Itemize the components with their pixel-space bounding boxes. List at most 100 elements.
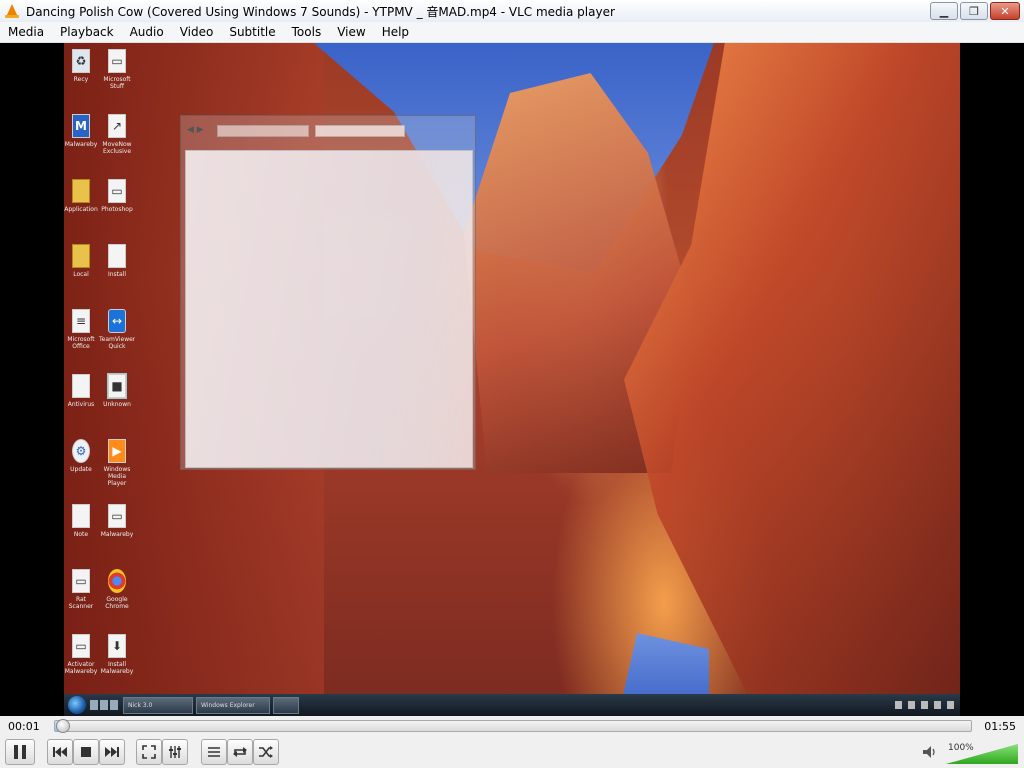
document-icon: ≡ [72, 309, 90, 333]
desktop-icon: ≡ Microsoft Office [64, 303, 98, 368]
desktop-icon: ♻ Recy [64, 43, 98, 108]
recycle-bin-icon: ♻ [72, 49, 90, 73]
start-orb-icon [68, 696, 86, 714]
desktop-icon: Antivirus [64, 368, 98, 433]
loop-button[interactable] [227, 739, 253, 765]
menu-media[interactable]: Media [0, 22, 52, 43]
document-icon [72, 504, 90, 528]
desktop-icon: ▭ Activator Malwareby [64, 628, 98, 693]
menu-bar: Media Playback Audio Video Subtitle Tool… [0, 22, 1024, 43]
folder-icon [72, 244, 90, 268]
title-bar[interactable]: Dancing Polish Cow (Covered Using Window… [0, 0, 1024, 22]
malwarebytes-icon: M [72, 114, 90, 138]
window-controls: ▁ ❐ ✕ [930, 2, 1020, 20]
desktop-icon: Google Chrome [98, 563, 136, 628]
file-icon: ▭ [108, 179, 126, 203]
desktop-icon: ▶ Windows Media Player [98, 433, 136, 498]
menu-tools[interactable]: Tools [284, 22, 330, 43]
equalizer-icon [169, 746, 181, 758]
desktop-icons-column-1: ♻ Recy M Malwareby Application Local ≡ Micr… [64, 43, 98, 693]
speaker-icon[interactable] [922, 745, 938, 759]
playback-controls: 100% [0, 736, 1024, 768]
vlc-window: Dancing Polish Cow (Covered Using Window… [0, 0, 1024, 768]
file-icon: ▭ [108, 49, 126, 73]
stop-icon [81, 747, 91, 757]
video-output[interactable]: ♻ Recy M Malwareby Application Local ≡ Micr… [0, 43, 1024, 716]
desktop-icon: ↔ TeamViewer Quick [98, 303, 136, 368]
pause-icon [14, 745, 26, 759]
chrome-icon [108, 569, 126, 593]
shuffle-button[interactable] [253, 739, 279, 765]
menu-subtitle[interactable]: Subtitle [221, 22, 283, 43]
maximize-button[interactable]: ❐ [960, 2, 988, 20]
seek-handle[interactable] [56, 719, 70, 733]
tray-icon [947, 701, 954, 709]
desktop-icons-column-2: ▭ Microsoft Stuff ↗ MoveNow Exclusive ▭ Pho… [98, 43, 136, 693]
taskbar-item: Windows Explorer [196, 696, 270, 714]
desktop-icon: Note [64, 498, 98, 563]
desktop-icon: ■ Unknown [98, 368, 136, 433]
system-tray [895, 701, 954, 709]
file-icon: ▭ [108, 504, 126, 528]
file-icon: ▭ [72, 634, 90, 658]
menu-help[interactable]: Help [374, 22, 417, 43]
quick-launch-icon [90, 700, 98, 710]
next-button[interactable] [99, 739, 125, 765]
menu-audio[interactable]: Audio [122, 22, 172, 43]
tray-icon [921, 701, 928, 709]
generic-app-icon: ■ [107, 373, 127, 399]
previous-button[interactable] [47, 739, 73, 765]
desktop-icon: Install [98, 238, 136, 303]
menu-playback[interactable]: Playback [52, 22, 122, 43]
file-icon: ▭ [72, 569, 90, 593]
quick-launch-icon [100, 700, 108, 710]
shuffle-icon [259, 746, 273, 758]
loop-icon [233, 747, 247, 757]
back-forward-icon: ◀ ▶ [187, 125, 204, 135]
taskbar-item: Nick 3.0 [123, 696, 193, 714]
gear-icon: ⚙ [72, 439, 90, 463]
tray-icon [934, 701, 941, 709]
elapsed-time[interactable]: 00:01 [8, 720, 40, 733]
quick-launch-icon [110, 700, 118, 710]
playlist-button[interactable] [201, 739, 227, 765]
folder-icon [72, 179, 90, 203]
teamviewer-icon: ↔ [108, 309, 126, 333]
desktop-icon: Local [64, 238, 98, 303]
minimize-button[interactable]: ▁ [930, 2, 958, 20]
file-icon [72, 374, 90, 398]
media-player-icon: ▶ [108, 439, 126, 463]
vlc-cone-icon [4, 3, 20, 19]
desktop-icon: M Malwareby [64, 108, 98, 173]
desktop-icon: ↗ MoveNow Exclusive [98, 108, 136, 173]
playlist-icon [208, 747, 220, 757]
video-taskbar: Nick 3.0 Windows Explorer [64, 694, 960, 716]
desktop-icon: Application [64, 173, 98, 238]
fullscreen-button[interactable] [136, 739, 162, 765]
seek-slider[interactable] [54, 719, 972, 733]
total-time[interactable]: 01:55 [984, 720, 1016, 733]
tray-icon [895, 701, 902, 709]
document-icon [108, 244, 126, 268]
pause-button[interactable] [5, 739, 35, 765]
address-bar [217, 125, 309, 137]
explorer-content [185, 150, 473, 468]
next-icon [105, 747, 119, 757]
desktop-icon: ▭ Microsoft Stuff [98, 43, 136, 108]
menu-video[interactable]: Video [172, 22, 222, 43]
installer-icon: ⬇ [108, 634, 126, 658]
seek-row: 00:01 01:55 [0, 716, 1024, 736]
close-button[interactable]: ✕ [990, 2, 1020, 20]
stop-button[interactable] [73, 739, 99, 765]
explorer-toolbar: ◀ ▶ [181, 116, 475, 146]
close-icon: ✕ [1000, 4, 1010, 18]
search-box [315, 125, 405, 137]
restore-icon: ❐ [969, 4, 979, 18]
tray-icon [908, 701, 915, 709]
extended-settings-button[interactable] [162, 739, 188, 765]
translucent-explorer-window: ◀ ▶ [180, 115, 476, 470]
previous-icon [53, 747, 67, 757]
taskbar-item [273, 696, 299, 714]
minimize-icon: ▁ [939, 4, 949, 18]
menu-view[interactable]: View [329, 22, 373, 43]
